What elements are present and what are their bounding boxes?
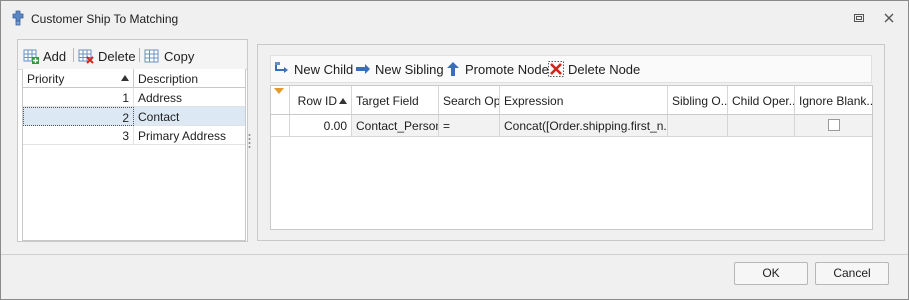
red-x-icon xyxy=(548,61,564,77)
column-chooser[interactable] xyxy=(271,86,290,115)
filter-dropdown-icon xyxy=(274,88,284,94)
child-op-cell[interactable] xyxy=(728,115,795,137)
column-header-row-id[interactable]: Row ID xyxy=(290,86,352,115)
column-header-priority[interactable]: Priority xyxy=(23,69,134,88)
column-header-ignore-blank[interactable]: Ignore Blank... xyxy=(795,86,872,115)
new-child-icon xyxy=(275,62,288,73)
toolbar-divider xyxy=(73,48,74,62)
new-sibling-button[interactable]: New Sibling xyxy=(355,60,444,78)
column-header-search-op[interactable]: Search Op xyxy=(439,86,500,115)
delete-button[interactable]: Delete xyxy=(78,47,136,65)
priority-panel: Add Delete Copy Priority Description 1 A… xyxy=(17,39,248,242)
promote-node-label: Promote Node xyxy=(465,61,549,77)
column-header-expression[interactable]: Expression xyxy=(500,86,668,115)
sort-ascending-icon xyxy=(339,98,347,104)
priority-toolbar: Add Delete Copy xyxy=(18,40,247,70)
delete-node-label: Delete Node xyxy=(568,61,641,77)
copy-label: Copy xyxy=(164,48,195,64)
row-id-cell[interactable]: 0.00 xyxy=(290,115,352,137)
splitter-grip[interactable] xyxy=(248,133,251,149)
toolbar-divider xyxy=(139,48,140,62)
column-header-child-op[interactable]: Child Oper... xyxy=(728,86,795,115)
ignore-blank-checkbox[interactable] xyxy=(828,119,840,131)
search-op-cell[interactable]: = xyxy=(439,115,500,137)
matching-rules-grid: Row ID Target Field Search Op Expression… xyxy=(270,85,873,230)
ignore-blank-cell xyxy=(795,115,872,137)
target-field-cell[interactable]: Contact_Person xyxy=(352,115,439,137)
footer-divider xyxy=(1,254,908,255)
copy-button[interactable]: Copy xyxy=(144,47,194,65)
dialog-window: Customer Ship To Matching Add Delete Cop… xyxy=(0,0,909,300)
row-indicator xyxy=(271,115,290,137)
rules-toolbar: New Child New Sibling Promote Node Delet… xyxy=(270,55,872,83)
arrow-up-icon xyxy=(447,62,459,76)
new-child-button[interactable]: New Child xyxy=(274,60,353,78)
matching-rules-panel: New Child New Sibling Promote Node Delet… xyxy=(257,44,885,241)
delete-node-button[interactable]: Delete Node xyxy=(548,60,640,78)
arrow-right-icon xyxy=(356,64,370,74)
close-icon[interactable] xyxy=(882,11,896,25)
sort-ascending-icon xyxy=(121,75,129,81)
window-title: Customer Ship To Matching xyxy=(31,12,179,26)
expression-cell[interactable]: Concat([Order.shipping.first_n... xyxy=(500,115,668,137)
grid-delete-icon xyxy=(78,49,94,64)
priority-cell[interactable]: 2 xyxy=(23,107,134,126)
add-label: Add xyxy=(43,48,67,64)
new-child-label: New Child xyxy=(294,61,354,77)
restore-icon[interactable] xyxy=(852,11,866,25)
delete-label: Delete xyxy=(98,48,136,64)
new-sibling-label: New Sibling xyxy=(375,61,444,77)
description-cell[interactable]: Contact xyxy=(134,107,245,126)
cancel-button[interactable]: Cancel xyxy=(815,262,889,285)
description-cell[interactable]: Primary Address xyxy=(134,126,245,145)
column-header-description[interactable]: Description xyxy=(134,69,245,88)
ok-button[interactable]: OK xyxy=(734,262,808,285)
sibling-op-cell[interactable] xyxy=(668,115,728,137)
priority-cell[interactable]: 3 xyxy=(23,126,134,145)
description-cell[interactable]: Address xyxy=(134,88,245,107)
grid-copy-icon xyxy=(144,49,159,63)
title-bar: Customer Ship To Matching xyxy=(1,1,908,35)
column-header-sibling-op[interactable]: Sibling O... xyxy=(668,86,728,115)
puzzle-icon xyxy=(12,10,24,26)
promote-node-button[interactable]: Promote Node xyxy=(445,60,549,78)
priority-cell[interactable]: 1 xyxy=(23,88,134,107)
add-button[interactable]: Add xyxy=(23,47,66,65)
grid-add-icon xyxy=(23,49,39,64)
priority-grid: Priority Description 1 Address 2 Contact… xyxy=(22,69,246,241)
column-header-target-field[interactable]: Target Field xyxy=(352,86,439,115)
